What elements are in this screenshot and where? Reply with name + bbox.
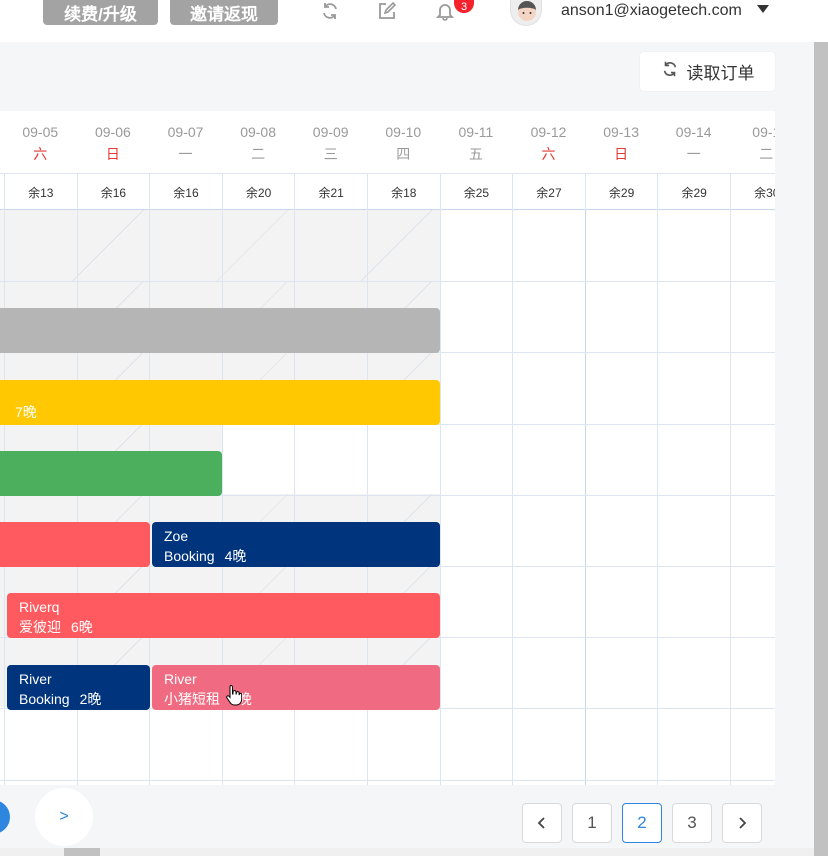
weekday-label: 三 [323,146,338,162]
read-orders-label: 读取订单 [686,64,755,83]
date-column-header: 09-1 二 [730,111,775,173]
refresh-icon[interactable] [318,0,342,22]
weekday-label: 二 [759,146,774,162]
avatar[interactable] [510,0,542,26]
availability-row: 余13余16余16余20余21余18余25余27余29余29余30 [0,173,775,210]
date-column-header: 09-13 日 [585,111,658,173]
availability-cell: 余25 [439,174,513,210]
grid-line [440,210,441,785]
availability-cell: 余16 [149,174,222,210]
weekday-label: 二 [251,146,266,162]
booking-bar[interactable] [0,522,150,567]
date-header-row: 09-05 六 09-06 日 09-07 一 09-08 二 09-09 三 09-10 四 09-1… [0,111,775,173]
weekday-label: 一 [178,146,193,162]
room-calendar: 09-05 六 09-06 日 09-07 一 09-08 二 09-09 三 09-10 四 09-1… [0,111,775,785]
date-column-header: 09-08 二 [222,111,295,173]
date-column-header: 09-10 四 [367,111,440,173]
grid-line [512,210,513,785]
date-column-header: 09-09 三 [294,111,367,173]
caret-down-icon[interactable] [757,5,769,13]
booking-bar[interactable]: River Booking 2晚 [7,665,150,710]
booking-bar[interactable] [0,451,222,496]
grid-line [0,281,775,283]
invite-cashback-button[interactable]: 邀请返现 [170,0,278,25]
date-label: 09-09 [312,124,349,140]
edit-icon[interactable] [375,0,399,22]
date-label: 09-06 [94,124,131,140]
grid-line [0,779,775,781]
grid-line [730,210,731,785]
date-label: 09-13 [603,124,639,140]
renew-upgrade-button[interactable]: 续费/升级 [43,0,158,25]
availability-cell: 余21 [294,174,367,210]
booking-bar[interactable]: Zoe Booking 4晚 [152,522,440,567]
user-email[interactable]: anson1@xiaogetech.com [561,0,742,22]
booking-bar[interactable]: River 小猪短租4晚 [152,665,440,710]
grid-line [585,210,586,785]
date-column-header: 09-12 六 [512,111,585,173]
past-cells [0,210,440,281]
pagination-page-3[interactable]: 3 [672,803,712,843]
availability-cell: 余18 [367,174,440,210]
booking-bar[interactable] [0,308,440,353]
weekday-label: 六 [541,146,556,162]
weekday-label: 六 [33,146,48,162]
availability-cell: 余29 [584,174,658,210]
grid-line [657,210,658,785]
availability-cell: 余27 [512,174,585,210]
date-label: 09-12 [530,124,567,140]
date-column-header: 09-05 六 [4,111,77,173]
weekday-label: 日 [614,146,629,162]
scrollbar-thumb[interactable] [64,848,100,856]
availability-cell: 余13 [4,174,77,210]
date-column-header: 09-14 一 [657,111,730,173]
availability-cell: 余16 [76,174,150,210]
nav-prev-dot[interactable] [0,800,10,834]
date-column-header: 09-06 日 [77,111,150,173]
weekday-label: 四 [396,146,411,162]
booking-bar[interactable]: 7晚 [0,380,440,425]
availability-cell: 余30 [730,174,775,210]
weekday-label: 一 [686,146,701,162]
horizontal-scrollbar[interactable] [0,848,814,856]
date-column-header: 09-11 五 [440,111,513,173]
date-column-header: 09-07 一 [149,111,222,173]
vertical-scrollbar[interactable] [814,42,828,856]
date-label: 09-05 [22,124,59,140]
date-label: 09-14 [675,124,712,140]
grid-line [4,210,5,785]
top-bar: 续费/升级 邀请返现 3 anson1@xiaogetech.com [0,0,828,42]
date-label: 09-08 [240,124,276,140]
booking-bar[interactable]: Riverq 爱彼迎 6晚 [7,593,440,638]
date-label: 09-10 [385,124,422,140]
pagination-page-1[interactable]: 1 [572,803,612,843]
date-label: 09-1 [752,124,775,140]
availability-cell: 余29 [657,174,730,210]
read-orders-button[interactable]: 读取订单 [640,52,775,91]
weekday-label: 五 [468,146,483,162]
notification-badge: 3 [454,0,474,13]
pagination-page-2[interactable]: 2 [622,803,662,843]
pagination-next-button[interactable] [722,803,762,843]
pagination-prev-button[interactable] [522,803,562,843]
refresh-icon [661,60,679,83]
date-label: 09-11 [458,124,494,140]
nav-next-button[interactable]: > [35,788,93,846]
hand-cursor-icon [226,684,243,706]
availability-cell: 余20 [221,174,295,210]
weekday-label: 日 [105,146,120,162]
date-label: 09-07 [167,124,204,140]
